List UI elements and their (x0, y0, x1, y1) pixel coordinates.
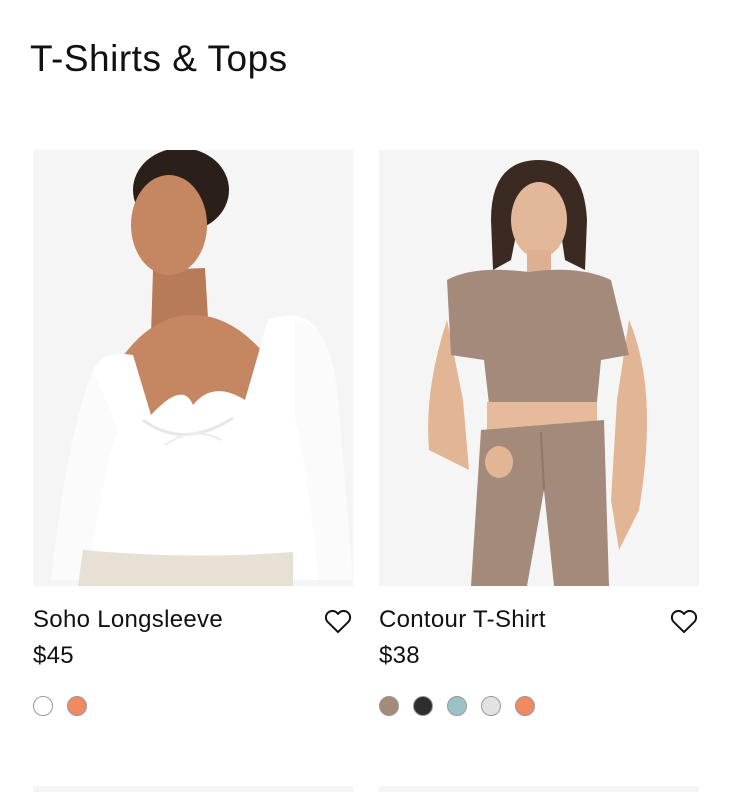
product-image[interactable] (33, 150, 353, 586)
swatch-light-gray[interactable] (481, 696, 501, 716)
product-card[interactable]: Contour T-Shirt $38 (379, 150, 699, 716)
product-name[interactable]: Soho Longsleeve (33, 606, 223, 634)
swatch-teal[interactable] (447, 696, 467, 716)
color-swatches (379, 696, 535, 716)
product-grid: Soho Longsleeve $45 Contour T-Shirt $38 (33, 150, 699, 730)
product-photo-soho-longsleeve (33, 150, 353, 586)
swatch-coral[interactable] (515, 696, 535, 716)
product-card[interactable]: Soho Longsleeve $45 (33, 150, 353, 716)
next-product-preview (379, 786, 699, 792)
swatch-white[interactable] (33, 696, 53, 716)
color-swatches (33, 696, 87, 716)
heart-outline-icon[interactable] (323, 606, 353, 636)
heart-outline-icon[interactable] (669, 606, 699, 636)
swatch-taupe[interactable] (379, 696, 399, 716)
swatch-coral[interactable] (67, 696, 87, 716)
product-name[interactable]: Contour T-Shirt (379, 606, 546, 634)
product-photo-contour-tshirt (379, 150, 699, 586)
swatch-black[interactable] (413, 696, 433, 716)
page-title: T-Shirts & Tops (30, 38, 288, 79)
product-image[interactable] (379, 150, 699, 586)
product-price: $45 (33, 642, 74, 669)
next-product-preview (33, 786, 353, 792)
product-price: $38 (379, 642, 420, 669)
